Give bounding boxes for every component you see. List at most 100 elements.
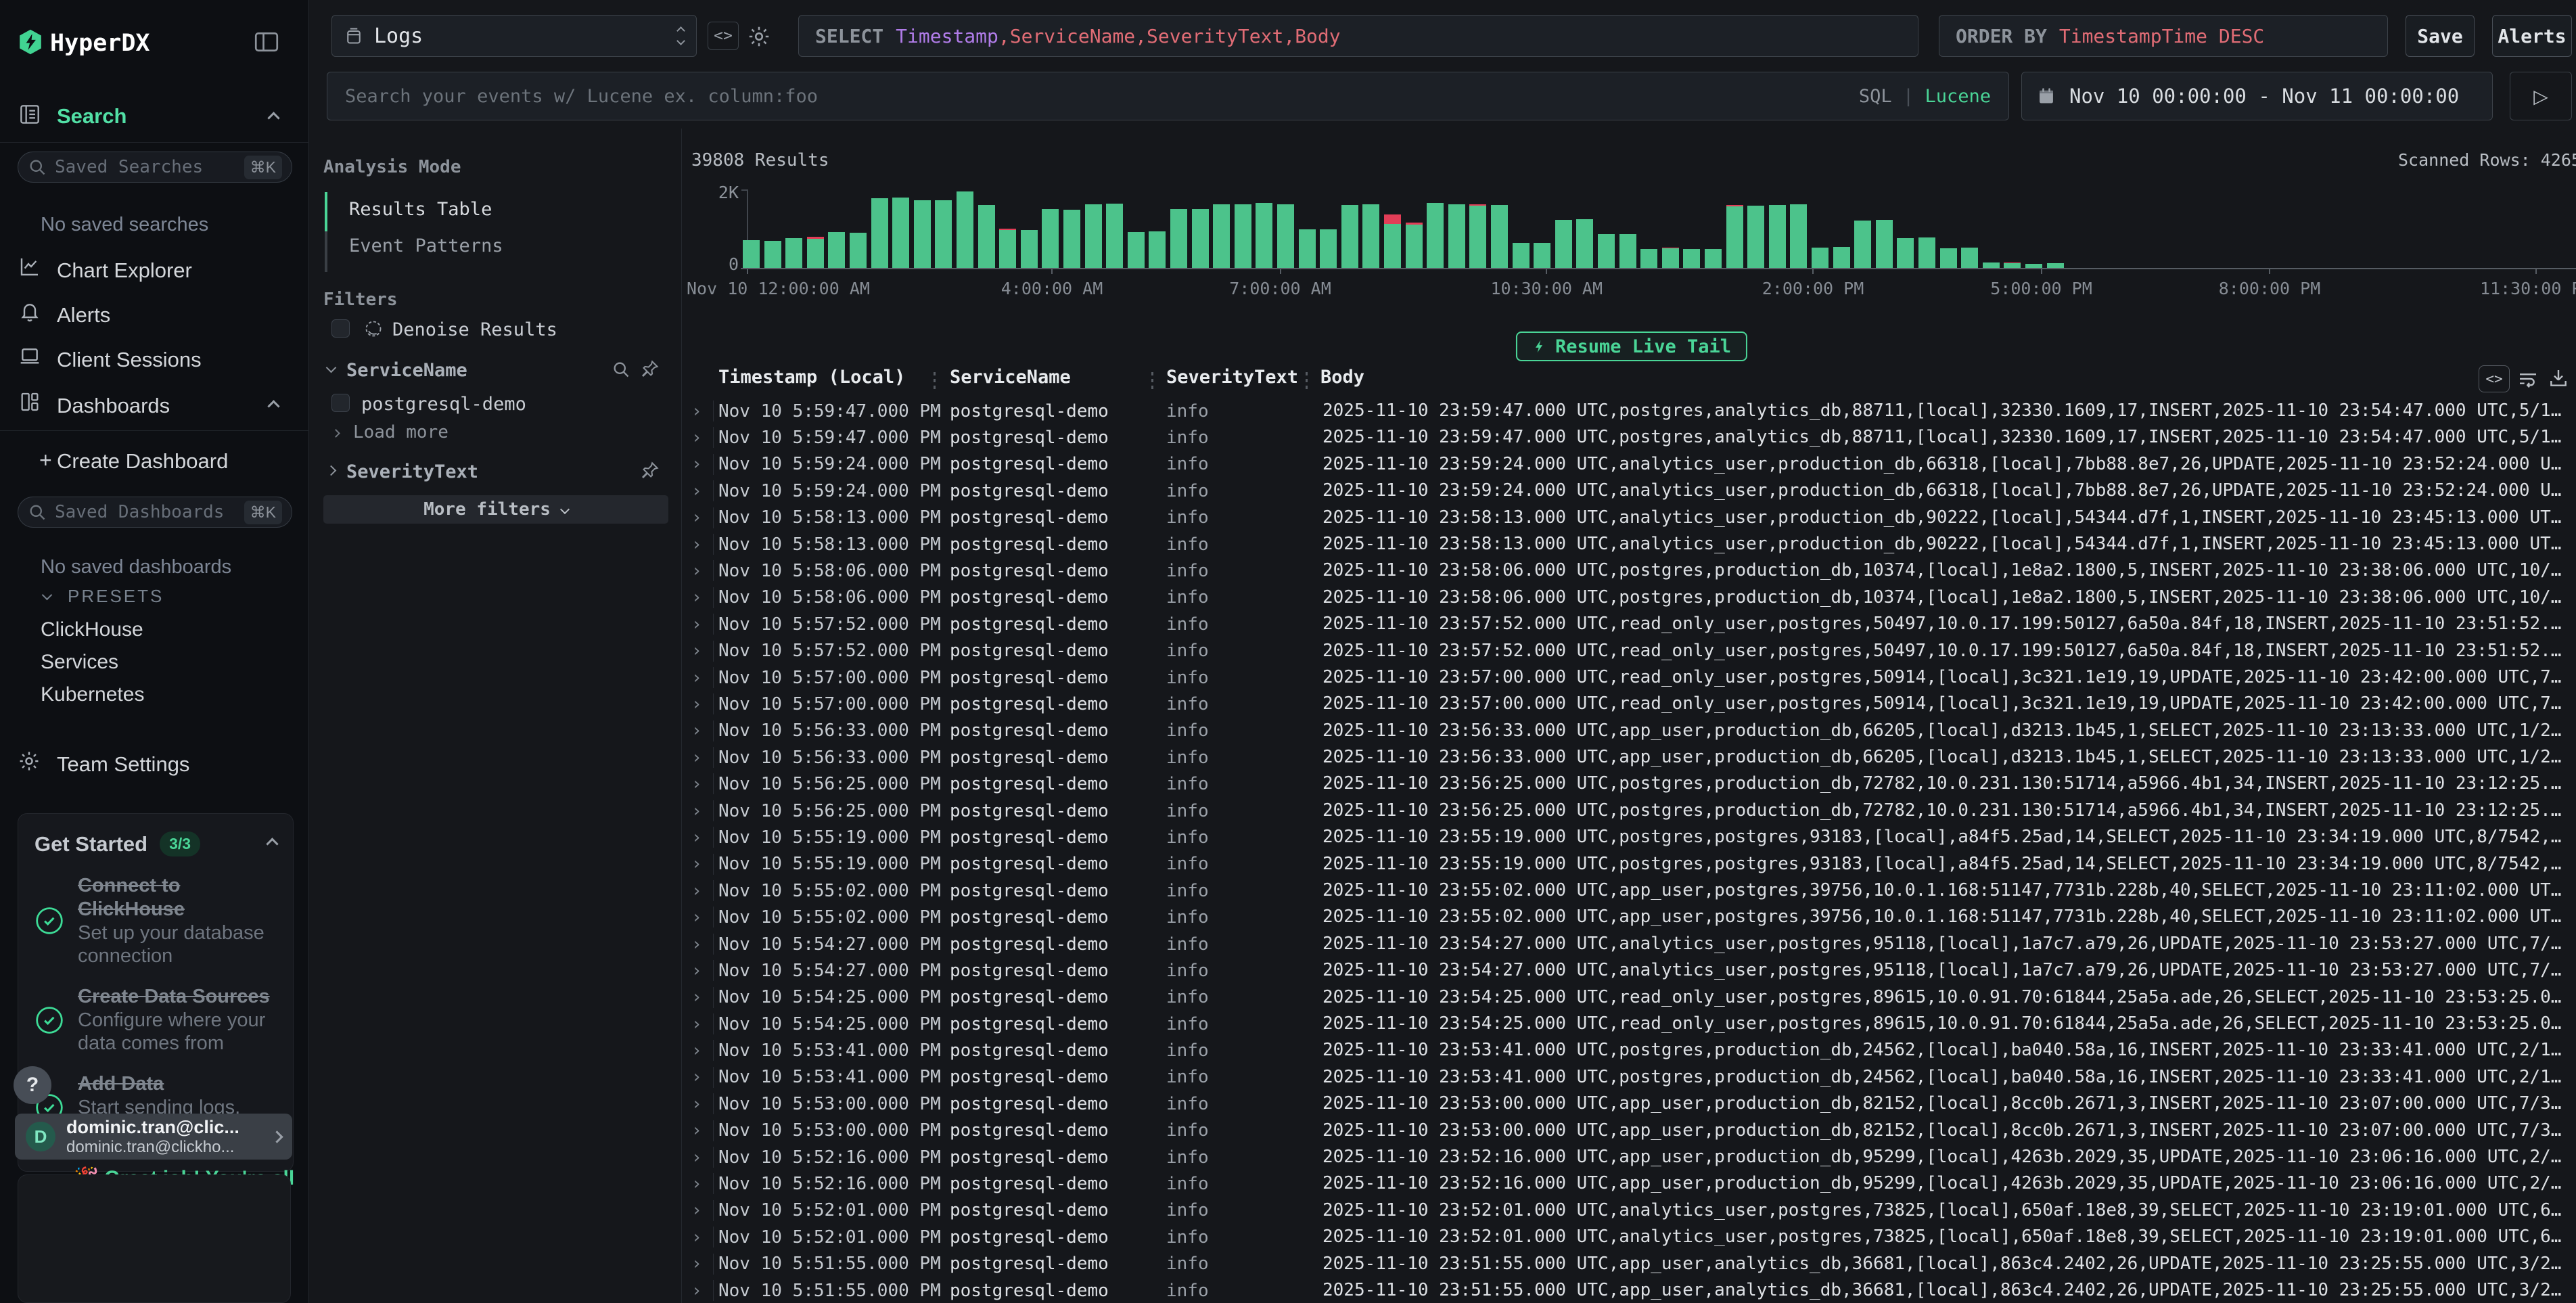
alerts-button[interactable]: Alerts bbox=[2492, 15, 2572, 57]
row-expand-icon[interactable]: › bbox=[691, 771, 702, 797]
column-resize-handle[interactable] bbox=[1151, 372, 1153, 390]
get-started-step[interactable]: Connect to ClickHouse Set up your databa… bbox=[34, 874, 277, 967]
service-group-name[interactable]: ServiceName bbox=[346, 360, 467, 381]
row-expand-icon[interactable]: › bbox=[691, 877, 702, 904]
mode-sql[interactable]: SQL bbox=[1859, 86, 1892, 107]
table-source-button[interactable]: <> bbox=[2479, 365, 2510, 392]
row-expand-icon[interactable]: › bbox=[691, 585, 702, 611]
user-menu[interactable]: D dominic.tran@clic... dominic.tran@clic… bbox=[15, 1114, 292, 1160]
saved-searches-field[interactable] bbox=[55, 157, 236, 177]
text-wrap-icon[interactable] bbox=[2516, 368, 2539, 390]
collapse-sidebar-icon[interactable] bbox=[254, 31, 279, 53]
severity-group-name[interactable]: SeverityText bbox=[346, 461, 478, 482]
presets-collapse-icon[interactable] bbox=[42, 590, 53, 601]
table-row[interactable]: ›Nov 10 5:58:06.000 PMpostgresql-demoinf… bbox=[682, 557, 2576, 584]
table-row[interactable]: ›Nov 10 5:55:19.000 PMpostgresql-demoinf… bbox=[682, 851, 2576, 877]
mode-event-patterns[interactable]: Event Patterns bbox=[349, 235, 503, 256]
more-filters-button[interactable]: More filters bbox=[323, 495, 668, 524]
row-expand-icon[interactable]: › bbox=[691, 557, 702, 584]
table-row[interactable]: ›Nov 10 5:52:16.000 PMpostgresql-demoinf… bbox=[682, 1144, 2576, 1170]
row-expand-icon[interactable]: › bbox=[691, 1197, 702, 1224]
column-resize-handle[interactable] bbox=[1306, 372, 1308, 390]
table-row[interactable]: ›Nov 10 5:55:02.000 PMpostgresql-demoinf… bbox=[682, 904, 2576, 930]
search-input[interactable] bbox=[345, 86, 1845, 107]
severity-pin-icon[interactable] bbox=[640, 460, 660, 480]
table-row[interactable]: ›Nov 10 5:54:25.000 PMpostgresql-demoinf… bbox=[682, 1011, 2576, 1037]
row-expand-icon[interactable]: › bbox=[691, 531, 702, 557]
table-row[interactable]: ›Nov 10 5:53:41.000 PMpostgresql-demoinf… bbox=[682, 1037, 2576, 1064]
table-row[interactable]: ›Nov 10 5:59:24.000 PMpostgresql-demoinf… bbox=[682, 478, 2576, 504]
table-row[interactable]: ›Nov 10 5:58:13.000 PMpostgresql-demoinf… bbox=[682, 505, 2576, 531]
row-expand-icon[interactable]: › bbox=[691, 664, 702, 691]
severity-group-collapse-icon[interactable] bbox=[326, 465, 337, 476]
saved-searches-input[interactable]: ⌘K bbox=[18, 152, 292, 183]
saved-dashboards-input[interactable]: ⌘K bbox=[18, 497, 292, 528]
mode-results-table[interactable]: Results Table bbox=[349, 199, 492, 220]
row-expand-icon[interactable]: › bbox=[691, 398, 702, 424]
table-row[interactable]: ›Nov 10 5:51:55.000 PMpostgresql-demoinf… bbox=[682, 1251, 2576, 1277]
denoise-label[interactable]: Denoise Results bbox=[392, 319, 557, 340]
row-expand-icon[interactable]: › bbox=[691, 1064, 702, 1091]
sidebar-item-chart-explorer[interactable]: Chart Explorer bbox=[57, 258, 192, 283]
col-header-severitytext[interactable]: SeverityText bbox=[1166, 367, 1298, 388]
date-range-picker[interactable]: Nov 10 00:00:00 - Nov 11 00:00:00 bbox=[2021, 72, 2493, 120]
col-header-servicename[interactable]: ServiceName bbox=[950, 367, 1071, 388]
sidebar-item-preset-kubernetes[interactable]: Kubernetes bbox=[41, 683, 144, 706]
search-collapse-icon[interactable] bbox=[267, 112, 279, 124]
saved-dashboards-field[interactable] bbox=[55, 502, 236, 522]
table-row[interactable]: ›Nov 10 5:52:01.000 PMpostgresql-demoinf… bbox=[682, 1224, 2576, 1250]
save-button[interactable]: Save bbox=[2406, 15, 2475, 57]
column-resize-handle[interactable] bbox=[934, 372, 936, 390]
col-header-timestamp[interactable]: Timestamp (Local) bbox=[718, 367, 905, 388]
dashboards-collapse-icon[interactable] bbox=[267, 400, 279, 412]
service-group-collapse-icon[interactable] bbox=[326, 363, 337, 373]
row-expand-icon[interactable]: › bbox=[691, 1037, 702, 1064]
table-row[interactable]: ›Nov 10 5:59:47.000 PMpostgresql-demoinf… bbox=[682, 398, 2576, 424]
language-toggle[interactable]: SQL | Lucene bbox=[1859, 86, 1991, 107]
table-row[interactable]: ›Nov 10 5:53:41.000 PMpostgresql-demoinf… bbox=[682, 1064, 2576, 1091]
help-button[interactable]: ? bbox=[14, 1066, 51, 1104]
source-settings-gear-icon[interactable] bbox=[747, 24, 771, 49]
row-expand-icon[interactable]: › bbox=[691, 691, 702, 717]
sidebar-item-search[interactable]: Search bbox=[57, 104, 127, 129]
table-row[interactable]: ›Nov 10 5:59:24.000 PMpostgresql-demoinf… bbox=[682, 451, 2576, 478]
table-row[interactable]: ›Nov 10 5:56:25.000 PMpostgresql-demoinf… bbox=[682, 771, 2576, 797]
row-expand-icon[interactable]: › bbox=[691, 1170, 702, 1197]
table-row[interactable]: ›Nov 10 5:56:33.000 PMpostgresql-demoinf… bbox=[682, 718, 2576, 744]
row-expand-icon[interactable]: › bbox=[691, 1144, 702, 1170]
col-header-body[interactable]: Body bbox=[1320, 367, 1364, 388]
edit-source-button[interactable]: <> bbox=[708, 22, 739, 50]
sidebar-item-team-settings[interactable]: Team Settings bbox=[57, 752, 189, 777]
mode-lucene[interactable]: Lucene bbox=[1925, 86, 1991, 107]
select-clause-input[interactable]: SELECT Timestamp,ServiceName,SeverityTex… bbox=[798, 15, 1918, 57]
row-expand-icon[interactable]: › bbox=[691, 824, 702, 850]
row-expand-icon[interactable]: › bbox=[691, 957, 702, 984]
table-row[interactable]: ›Nov 10 5:53:00.000 PMpostgresql-demoinf… bbox=[682, 1091, 2576, 1117]
search-bar[interactable]: SQL | Lucene bbox=[327, 72, 2009, 120]
row-expand-icon[interactable]: › bbox=[691, 718, 702, 744]
table-row[interactable]: ›Nov 10 5:58:06.000 PMpostgresql-demoinf… bbox=[682, 585, 2576, 611]
download-icon[interactable] bbox=[2548, 367, 2569, 390]
sidebar-item-preset-clickhouse[interactable]: ClickHouse bbox=[41, 618, 143, 641]
table-row[interactable]: ›Nov 10 5:53:00.000 PMpostgresql-demoinf… bbox=[682, 1118, 2576, 1144]
table-row[interactable]: ›Nov 10 5:55:19.000 PMpostgresql-demoinf… bbox=[682, 824, 2576, 850]
table-row[interactable]: ›Nov 10 5:59:47.000 PMpostgresql-demoinf… bbox=[682, 424, 2576, 451]
load-more[interactable]: Load more bbox=[353, 422, 448, 442]
sidebar-item-create-dashboard[interactable]: Create Dashboard bbox=[57, 449, 228, 474]
row-expand-icon[interactable]: › bbox=[691, 611, 702, 637]
table-row[interactable]: ›Nov 10 5:51:55.000 PMpostgresql-demoinf… bbox=[682, 1277, 2576, 1303]
row-expand-icon[interactable]: › bbox=[691, 478, 702, 504]
sidebar-item-preset-services[interactable]: Services bbox=[41, 651, 118, 674]
service-option-label[interactable]: postgresql-demo bbox=[361, 394, 526, 415]
table-row[interactable]: ›Nov 10 5:57:52.000 PMpostgresql-demoinf… bbox=[682, 638, 2576, 664]
order-by-input[interactable]: ORDER BY TimestampTime DESC bbox=[1939, 15, 2388, 57]
denoise-checkbox[interactable] bbox=[331, 319, 350, 338]
row-expand-icon[interactable]: › bbox=[691, 904, 702, 930]
row-expand-icon[interactable]: › bbox=[691, 451, 702, 478]
get-started-collapse-icon[interactable] bbox=[266, 838, 278, 850]
sidebar-item-dashboards[interactable]: Dashboards bbox=[57, 394, 170, 418]
live-tail-button[interactable]: ▷ bbox=[2510, 72, 2572, 120]
sidebar-item-client-sessions[interactable]: Client Sessions bbox=[57, 348, 202, 372]
row-expand-icon[interactable]: › bbox=[691, 931, 702, 957]
service-search-icon[interactable] bbox=[612, 360, 630, 379]
